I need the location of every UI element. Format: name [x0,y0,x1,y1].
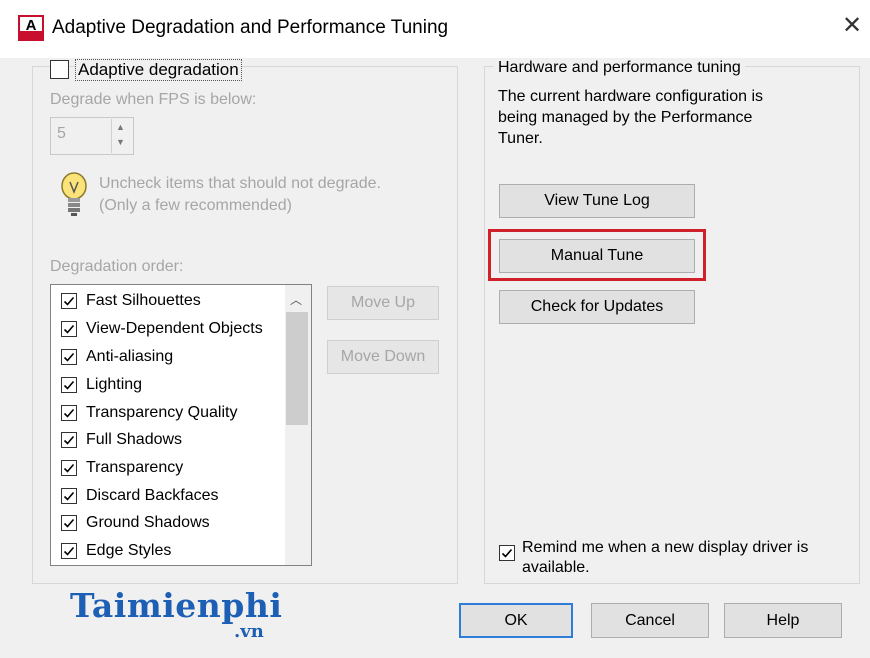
list-item-discard-backfaces[interactable]: Discard Backfaces [61,485,219,507]
remind-driver-checkbox[interactable] [499,545,515,561]
checkbox-checked-icon[interactable] [61,460,77,476]
fps-value[interactable]: 5 [57,125,66,143]
move-up-button[interactable]: Move Up [327,286,439,320]
list-item-label: Transparency Quality [86,404,238,421]
help-button[interactable]: Help [724,603,842,638]
checkbox-checked-icon[interactable] [61,488,77,504]
adaptive-degradation-checkbox[interactable] [50,60,69,79]
fps-spin-buttons[interactable]: ▲ ▼ [111,119,133,153]
taimienphi-logo: Taimienphi [70,586,282,625]
ok-button[interactable]: OK [459,603,573,638]
list-item-label: View-Dependent Objects [86,320,263,337]
lightbulb-icon [60,172,88,218]
checkbox-checked-icon[interactable] [61,349,77,365]
checkbox-checked-icon[interactable] [61,321,77,337]
spin-up-icon[interactable]: ▲ [116,122,125,132]
checkbox-checked-icon[interactable] [61,377,77,393]
degradation-order-label: Degradation order: [50,258,184,275]
spin-down-icon[interactable]: ▼ [116,137,125,147]
chevron-up-icon[interactable]: ︿ [290,291,302,308]
list-item-transparency[interactable]: Transparency [61,457,183,479]
list-item-label: Edge Styles [86,542,172,559]
checkbox-checked-icon[interactable] [61,293,77,309]
logo-suffix: .vn [234,621,264,642]
list-item-label: Full Shadows [86,431,183,448]
remind-driver-label[interactable]: Remind me when a new display driver is a… [522,538,842,578]
list-item-label: Lighting [86,376,143,393]
list-item-label: Transparency [86,459,184,476]
list-item-edge-styles[interactable]: Edge Styles [61,540,171,562]
checkbox-checked-icon[interactable] [61,543,77,559]
hardware-group-title: Hardware and performance tuning [494,59,745,77]
list-item-fast-silhouettes[interactable]: Fast Silhouettes [61,290,201,312]
list-item-lighting[interactable]: Lighting [61,374,142,396]
degradation-order-list[interactable]: Fast Silhouettes View-Dependent Objects … [50,284,312,566]
checkbox-checked-icon[interactable] [61,432,77,448]
list-item-ground-shadows[interactable]: Ground Shadows [61,512,210,534]
manual-tune-highlight [488,229,706,281]
hardware-description: The current hardware configuration is be… [498,88,764,147]
list-item-label: Anti-aliasing [86,348,174,365]
autocad-icon: A [18,15,44,41]
adaptive-degradation-label[interactable]: Adaptive degradation [75,59,242,81]
close-icon[interactable]: ✕ [842,14,862,38]
list-item-label: Fast Silhouettes [86,292,201,309]
logo-text: Taimienphi [70,586,283,625]
list-item-full-shadows[interactable]: Full Shadows [61,429,182,451]
list-scrollbar-thumb[interactable] [286,312,308,425]
window-title: Adaptive Degradation and Performance Tun… [52,17,449,38]
fps-label: Degrade when FPS is below: [50,91,257,108]
svg-text:A: A [26,17,37,34]
checkbox-checked-icon[interactable] [61,515,77,531]
view-tune-log-button[interactable]: View Tune Log [499,184,695,218]
list-item-view-dependent-objects[interactable]: View-Dependent Objects [61,318,263,340]
checkbox-checked-icon[interactable] [61,405,77,421]
move-down-button[interactable]: Move Down [327,340,439,374]
hint-text-line2: (Only a few recommended) [99,197,292,214]
list-item-anti-aliasing[interactable]: Anti-aliasing [61,346,173,368]
hint-text-line1: Uncheck items that should not degrade. [99,175,381,192]
list-item-transparency-quality[interactable]: Transparency Quality [61,402,237,424]
list-item-label: Ground Shadows [86,514,210,531]
cancel-button[interactable]: Cancel [591,603,709,638]
check-for-updates-button[interactable]: Check for Updates [499,290,695,324]
list-item-label: Discard Backfaces [86,487,219,504]
